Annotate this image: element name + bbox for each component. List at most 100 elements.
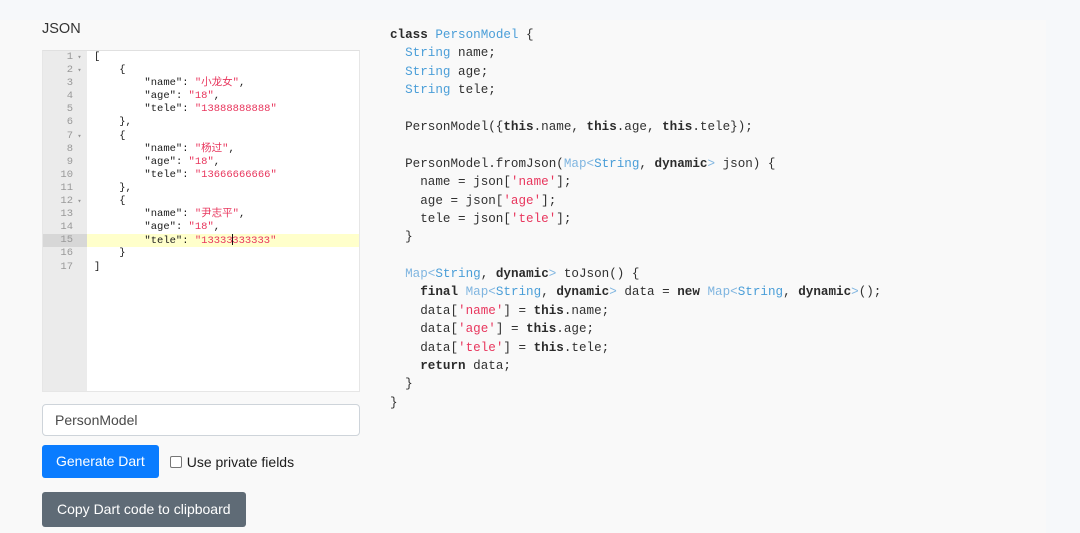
token: "tele" bbox=[144, 168, 183, 181]
token: "13333 bbox=[194, 235, 233, 248]
token: data[ bbox=[390, 303, 459, 318]
json-editor[interactable]: 1 ▾[2 ▾ {3 "name": "小龙女", 4 "age": "18", 5 "… bbox=[42, 50, 360, 392]
token: data = bbox=[616, 285, 678, 300]
line-content: }, bbox=[94, 116, 132, 129]
token: }, bbox=[119, 181, 132, 194]
copy-dart-code-button[interactable]: Copy Dart code to clipboard bbox=[42, 492, 246, 527]
token: "小龙女" bbox=[194, 77, 239, 90]
token: , bbox=[783, 285, 799, 300]
token: String bbox=[495, 285, 542, 300]
token: { bbox=[119, 195, 126, 208]
token: "name" bbox=[144, 77, 183, 90]
token: String bbox=[405, 64, 451, 79]
line-content: [ bbox=[94, 51, 100, 64]
editor-line[interactable]: 8 "name": "杨过", bbox=[43, 143, 359, 156]
dart-code-line: } bbox=[390, 394, 1010, 412]
line-number: 10 bbox=[60, 168, 73, 181]
use-private-fields-checkbox[interactable]: Use private fields bbox=[169, 454, 294, 470]
editor-line[interactable]: 5 "tele": "13888888888" bbox=[43, 103, 359, 116]
editor-line[interactable]: 14 "age": "18", bbox=[43, 221, 359, 234]
token: > bbox=[707, 156, 716, 171]
line-number: 13 bbox=[60, 208, 73, 221]
dart-code-line: } bbox=[390, 375, 1010, 393]
token: "杨过" bbox=[194, 142, 229, 155]
dart-code-line: final Map<String, dynamic> data = new Ma… bbox=[390, 283, 1010, 301]
checkbox-box-icon[interactable] bbox=[169, 455, 182, 468]
fold-arrow-icon[interactable]: ▾ bbox=[75, 51, 84, 65]
token: json) { bbox=[715, 156, 776, 171]
token: PersonModel.fromJson( bbox=[390, 156, 564, 171]
token: String bbox=[737, 285, 784, 300]
token: ] = bbox=[495, 322, 527, 337]
dart-code-line: String age; bbox=[390, 63, 1010, 81]
line-number: 5 bbox=[66, 103, 73, 116]
token: PersonModel({ bbox=[390, 119, 504, 134]
class-name-input[interactable] bbox=[42, 404, 360, 436]
token: this bbox=[533, 340, 564, 355]
generate-dart-button[interactable]: Generate Dart bbox=[42, 445, 159, 478]
editor-line[interactable]: 16 } bbox=[43, 247, 359, 260]
line-number: 8 bbox=[66, 142, 73, 155]
token: "age" bbox=[144, 90, 176, 103]
editor-line[interactable]: 3 "name": "小龙女", bbox=[43, 77, 359, 90]
token: : bbox=[182, 103, 195, 116]
token: 'name' bbox=[458, 303, 504, 318]
fold-arrow-icon[interactable]: ▾ bbox=[75, 195, 84, 209]
line-number: 16 bbox=[60, 247, 73, 260]
token: > bbox=[851, 285, 859, 300]
line-content: "age": "18", bbox=[94, 156, 220, 169]
fold-arrow-icon[interactable]: ▾ bbox=[75, 64, 84, 78]
editor-line[interactable]: 12 ▾ { bbox=[43, 195, 359, 208]
token: data[ bbox=[390, 322, 459, 337]
token: ] = bbox=[503, 340, 534, 355]
editor-line[interactable]: 11 }, bbox=[43, 182, 359, 195]
line-number: 11 bbox=[60, 181, 73, 194]
json-section-label: JSON bbox=[42, 21, 81, 37]
token: , bbox=[213, 221, 221, 234]
dart-output-code: class PersonModel { String name; String … bbox=[390, 26, 1010, 412]
token: "18" bbox=[188, 221, 214, 234]
token: name; bbox=[450, 46, 496, 61]
editor-line[interactable]: 17] bbox=[43, 261, 359, 274]
token: : bbox=[182, 142, 195, 155]
token: , bbox=[238, 77, 246, 90]
token: [ bbox=[94, 51, 101, 63]
editor-line[interactable]: 10 "tele": "13666666666" bbox=[43, 169, 359, 182]
editor-code-area[interactable]: 1 ▾[2 ▾ {3 "name": "小龙女", 4 "age": "18", 5 "… bbox=[43, 51, 359, 391]
token: "tele" bbox=[144, 235, 183, 248]
token: }, bbox=[119, 116, 132, 129]
token: dynamic bbox=[798, 285, 852, 300]
token: 333333" bbox=[232, 235, 277, 248]
line-content: "tele": "13333333333" bbox=[94, 234, 276, 248]
token: ] bbox=[94, 260, 101, 273]
token: "tele" bbox=[144, 103, 183, 116]
line-number: 4 bbox=[66, 90, 73, 103]
line-number: 6 bbox=[66, 116, 73, 129]
token: "尹志平" bbox=[194, 208, 239, 221]
token: .age; bbox=[556, 322, 595, 337]
dart-code-line: tele = json['tele']; bbox=[390, 210, 1010, 228]
dart-code-line: class PersonModel { bbox=[390, 26, 1010, 44]
token: , bbox=[639, 156, 655, 171]
editor-line[interactable]: 15 "tele": "13333333333" bbox=[43, 234, 359, 248]
token: this bbox=[586, 119, 617, 134]
editor-line[interactable]: 1 ▾ [ bbox=[43, 51, 359, 64]
editor-line[interactable]: 2 ▾ { bbox=[43, 64, 359, 77]
line-number: 9 bbox=[66, 155, 73, 168]
editor-line[interactable]: 13 "name": "尹志平", bbox=[43, 208, 359, 221]
token: .age, bbox=[616, 119, 663, 134]
editor-line[interactable]: 9 "age": "18", bbox=[43, 156, 359, 169]
editor-line[interactable]: 7 ▾ { bbox=[43, 130, 359, 143]
token: "age" bbox=[144, 221, 176, 234]
line-number: 3 bbox=[66, 77, 73, 90]
editor-line[interactable]: 6 }, bbox=[43, 116, 359, 129]
dart-code-line: String name; bbox=[390, 44, 1010, 62]
dart-code-line: Map<String, dynamic> toJson() { bbox=[390, 265, 1010, 283]
fold-arrow-icon[interactable]: ▾ bbox=[75, 130, 84, 144]
line-number: 15 bbox=[60, 234, 73, 247]
editor-line[interactable]: 4 "age": "18", bbox=[43, 90, 359, 103]
dart-code-line: PersonModel.fromJson(Map<String, dynamic… bbox=[390, 155, 1010, 173]
